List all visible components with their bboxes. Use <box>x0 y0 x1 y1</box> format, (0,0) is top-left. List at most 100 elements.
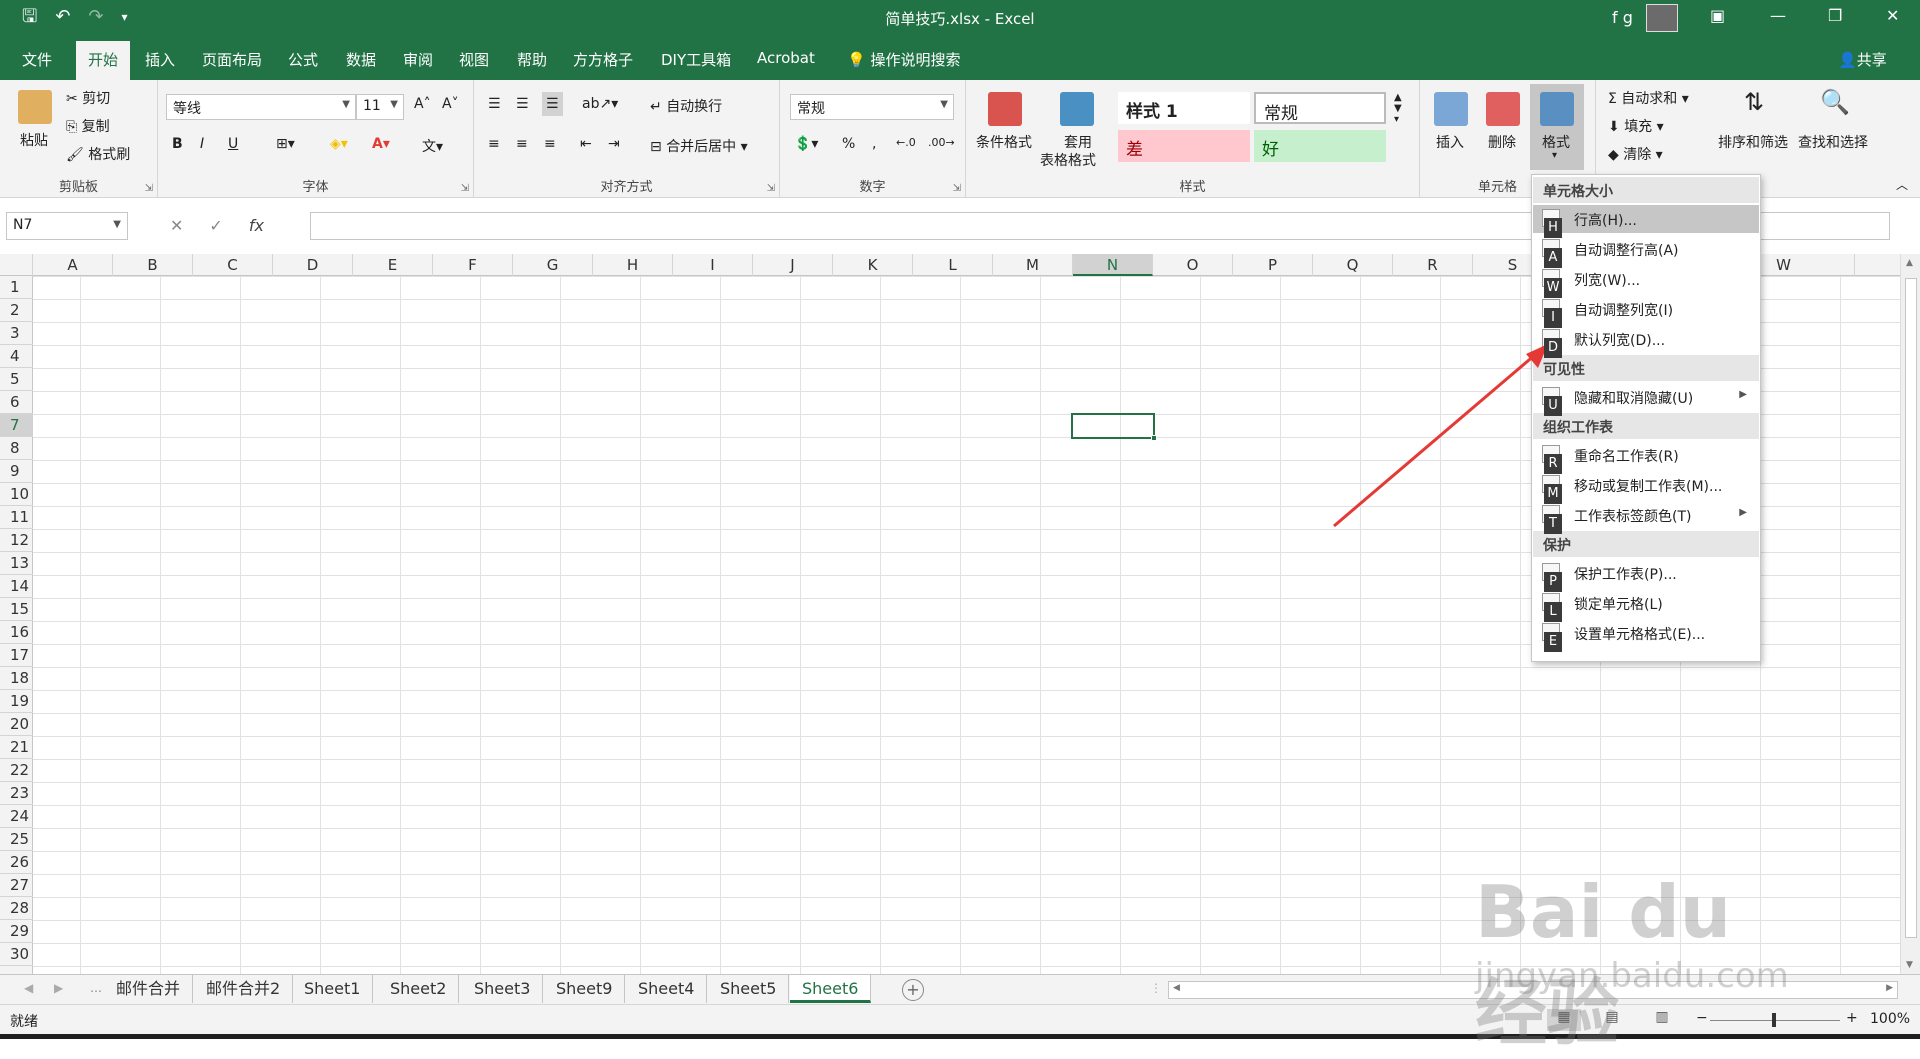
decrease-decimal-icon[interactable]: .00→ <box>928 136 955 149</box>
border-icon[interactable]: ⊞▾ <box>276 136 295 152</box>
orientation-icon[interactable]: ab↗▾ <box>582 96 618 112</box>
tab-acrobat[interactable]: Acrobat <box>757 49 815 67</box>
format-painter-button[interactable]: 🖌 格式刷 <box>66 144 130 164</box>
sheet-tab[interactable]: 邮件合并2 <box>194 975 294 1003</box>
paste-button[interactable]: 粘贴 <box>20 130 48 150</box>
bold-button[interactable]: B <box>172 136 183 152</box>
column-header[interactable]: F <box>433 254 513 276</box>
row-header[interactable]: 20 <box>0 713 33 736</box>
row-header[interactable]: 28 <box>0 897 33 920</box>
row-header[interactable]: 11 <box>0 506 33 529</box>
align-bottom-icon[interactable]: ☰ <box>542 92 563 116</box>
grow-font-icon[interactable]: A˄ <box>414 96 431 112</box>
minimize-icon[interactable]: — <box>1770 6 1786 25</box>
tab-formulas[interactable]: 公式 <box>288 49 318 70</box>
column-header[interactable]: C <box>193 254 273 276</box>
sheet-tab[interactable]: Sheet5 <box>708 975 790 1003</box>
row-header[interactable]: 17 <box>0 644 33 667</box>
clear-button[interactable]: ◆ 清除 ▾ <box>1608 144 1663 164</box>
row-header[interactable]: 9 <box>0 460 33 483</box>
scroll-up-icon[interactable]: ▲ <box>1906 258 1913 268</box>
menu-item[interactable]: H 行高(H)... <box>1533 205 1759 238</box>
menu-item[interactable]: U 隐藏和取消隐藏(U) ▶ <box>1533 383 1759 416</box>
increase-indent-icon[interactable]: ⇥ <box>608 136 620 152</box>
dialog-launcher-icon[interactable]: ⇲ <box>461 183 469 194</box>
column-header[interactable]: B <box>113 254 193 276</box>
column-header[interactable]: M <box>993 254 1073 276</box>
increase-decimal-icon[interactable]: ←.0 <box>896 136 916 149</box>
tab-home[interactable]: 开始 <box>76 41 131 80</box>
scroll-right-icon[interactable]: ▶ <box>1886 983 1893 993</box>
menu-item[interactable]: T 工作表标签颜色(T) ▶ <box>1533 501 1759 534</box>
vertical-scrollbar[interactable]: ▲ ▼ <box>1900 254 1920 974</box>
percent-icon[interactable]: % <box>842 136 855 152</box>
align-right-icon[interactable]: ≡ <box>544 136 556 152</box>
tell-me-search[interactable]: 💡 操作说明搜索 <box>847 49 960 70</box>
sheet-tab[interactable]: Sheet1 <box>292 975 374 1003</box>
row-header[interactable]: 15 <box>0 598 33 621</box>
row-header[interactable]: 10 <box>0 483 33 506</box>
row-header[interactable]: 30 <box>0 943 33 966</box>
format-button[interactable]: 格式 ▾ <box>1530 84 1584 170</box>
menu-item[interactable]: I 自动调整列宽(I) <box>1533 295 1759 328</box>
paste-icon[interactable] <box>18 90 52 124</box>
row-header[interactable]: 8 <box>0 437 33 460</box>
normal-view-icon[interactable]: ▦ <box>1547 1009 1581 1031</box>
column-header[interactable]: N <box>1073 254 1153 276</box>
align-left-icon[interactable]: ≡ <box>488 136 500 152</box>
tab-review[interactable]: 审阅 <box>403 49 433 70</box>
enter-icon[interactable]: ✓ <box>209 216 222 235</box>
column-header[interactable]: J <box>753 254 833 276</box>
format-as-table-button[interactable]: 套用 <box>1064 132 1092 152</box>
tab-ffgz[interactable]: 方方格子 <box>573 49 633 70</box>
avatar[interactable] <box>1646 4 1678 32</box>
page-break-view-icon[interactable]: ▥ <box>1645 1009 1679 1031</box>
row-header[interactable]: 18 <box>0 667 33 690</box>
style-good-cell[interactable]: 好 <box>1254 130 1386 162</box>
delete-cells-button[interactable]: 删除 <box>1488 132 1516 152</box>
dialog-launcher-icon[interactable]: ⇲ <box>953 183 961 194</box>
menu-item[interactable]: R 重命名工作表(R) <box>1533 441 1759 474</box>
active-cell[interactable] <box>1071 413 1157 441</box>
styles-scroll-icon[interactable]: ▲ ▼ ▾ <box>1394 92 1402 125</box>
menu-item[interactable]: A 自动调整行高(A) <box>1533 235 1759 268</box>
wrap-text-button[interactable]: ↵ 自动换行 <box>650 96 722 116</box>
copy-button[interactable]: ⎘ 复制 <box>66 116 110 136</box>
more-sheets-icon[interactable]: … <box>90 981 102 995</box>
tab-view[interactable]: 视图 <box>459 49 489 70</box>
tab-diy[interactable]: DIY工具箱 <box>661 49 731 70</box>
sheet-tab[interactable]: Sheet2 <box>378 975 460 1003</box>
horizontal-scrollbar[interactable]: ◀ ▶ <box>1168 981 1898 999</box>
row-header[interactable]: 22 <box>0 759 33 782</box>
row-header[interactable]: 6 <box>0 391 33 414</box>
delete-cells-icon[interactable] <box>1486 92 1520 126</box>
next-sheet-icon[interactable]: ▶ <box>54 981 63 995</box>
shrink-font-icon[interactable]: A˅ <box>442 96 459 112</box>
fill-button[interactable]: ⬇ 填充 ▾ <box>1608 116 1664 136</box>
collapse-ribbon-icon[interactable]: ︿ <box>1896 176 1908 193</box>
fill-handle[interactable] <box>1151 435 1157 441</box>
row-header[interactable]: 14 <box>0 575 33 598</box>
font-size-combo[interactable]: 11 ▼ <box>356 94 404 120</box>
page-layout-view-icon[interactable]: ▤ <box>1595 1009 1629 1031</box>
name-box[interactable]: N7 ▼ <box>6 212 128 240</box>
menu-item[interactable]: M 移动或复制工作表(M)... <box>1533 471 1759 504</box>
row-header[interactable]: 25 <box>0 828 33 851</box>
column-header[interactable]: D <box>273 254 353 276</box>
insert-function-icon[interactable]: fx <box>249 216 264 235</box>
scroll-thumb[interactable] <box>1905 278 1917 938</box>
row-header[interactable]: 7 <box>0 414 33 437</box>
find-select-icon[interactable]: 🔍 <box>1820 88 1850 116</box>
column-header[interactable]: E <box>353 254 433 276</box>
comma-icon[interactable]: , <box>872 136 876 152</box>
number-format-combo[interactable]: 常规 ▼ <box>790 94 954 120</box>
style-normal-cell[interactable]: 常规 <box>1254 92 1386 124</box>
row-header[interactable]: 19 <box>0 690 33 713</box>
restore-icon[interactable]: ❐ <box>1828 6 1842 25</box>
cancel-icon[interactable]: ✕ <box>170 216 183 235</box>
sheet-tab[interactable]: Sheet9 <box>544 975 626 1003</box>
menu-item[interactable]: E 设置单元格格式(E)... <box>1533 619 1759 652</box>
zoom-in-icon[interactable]: + <box>1846 1010 1858 1026</box>
more-icon[interactable]: ⋮ <box>1150 981 1162 995</box>
row-header[interactable]: 4 <box>0 345 33 368</box>
